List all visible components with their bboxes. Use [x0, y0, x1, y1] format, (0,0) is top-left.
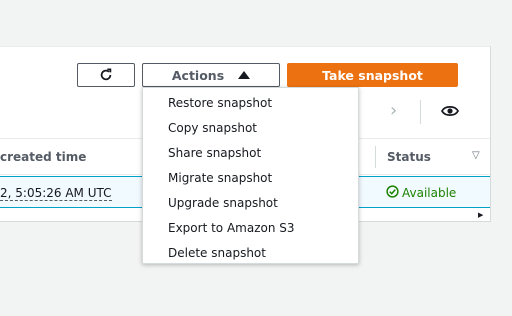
caret-up-icon	[238, 71, 251, 79]
status-badge: Available	[402, 186, 457, 200]
sort-down-icon[interactable]: ▽	[472, 150, 480, 161]
column-divider[interactable]	[375, 146, 376, 168]
column-header-status[interactable]: Status	[387, 150, 431, 164]
refresh-icon	[100, 68, 112, 81]
take-snapshot-label: Take snapshot	[322, 67, 423, 83]
refresh-button[interactable]	[77, 63, 135, 87]
menu-item-copy-snapshot[interactable]: Copy snapshot	[143, 115, 358, 140]
take-snapshot-button[interactable]: Take snapshot	[287, 63, 458, 87]
menu-item-migrate-snapshot[interactable]: Migrate snapshot	[143, 165, 358, 190]
menu-item-upgrade-snapshot[interactable]: Upgrade snapshot	[143, 190, 358, 215]
scroll-right-icon[interactable]: ▶	[478, 211, 483, 219]
actions-dropdown-menu: Restore snapshot Copy snapshot Share sna…	[142, 87, 359, 264]
menu-item-delete-snapshot[interactable]: Delete snapshot	[143, 240, 358, 265]
actions-label: Actions	[171, 67, 225, 83]
column-header-created-time[interactable]: created time	[0, 150, 86, 164]
eye-icon[interactable]	[441, 104, 459, 118]
menu-item-share-snapshot[interactable]: Share snapshot	[143, 140, 358, 165]
pagination-divider	[420, 100, 421, 124]
chevron-right-icon[interactable]: ›	[390, 100, 397, 121]
menu-item-export-to-s3[interactable]: Export to Amazon S3	[143, 215, 358, 240]
actions-button[interactable]: Actions	[142, 63, 280, 87]
created-time-cell: 2, 5:05:26 AM UTC	[0, 186, 112, 201]
menu-item-restore-snapshot[interactable]: Restore snapshot	[143, 90, 358, 115]
check-circle-icon	[386, 185, 399, 198]
